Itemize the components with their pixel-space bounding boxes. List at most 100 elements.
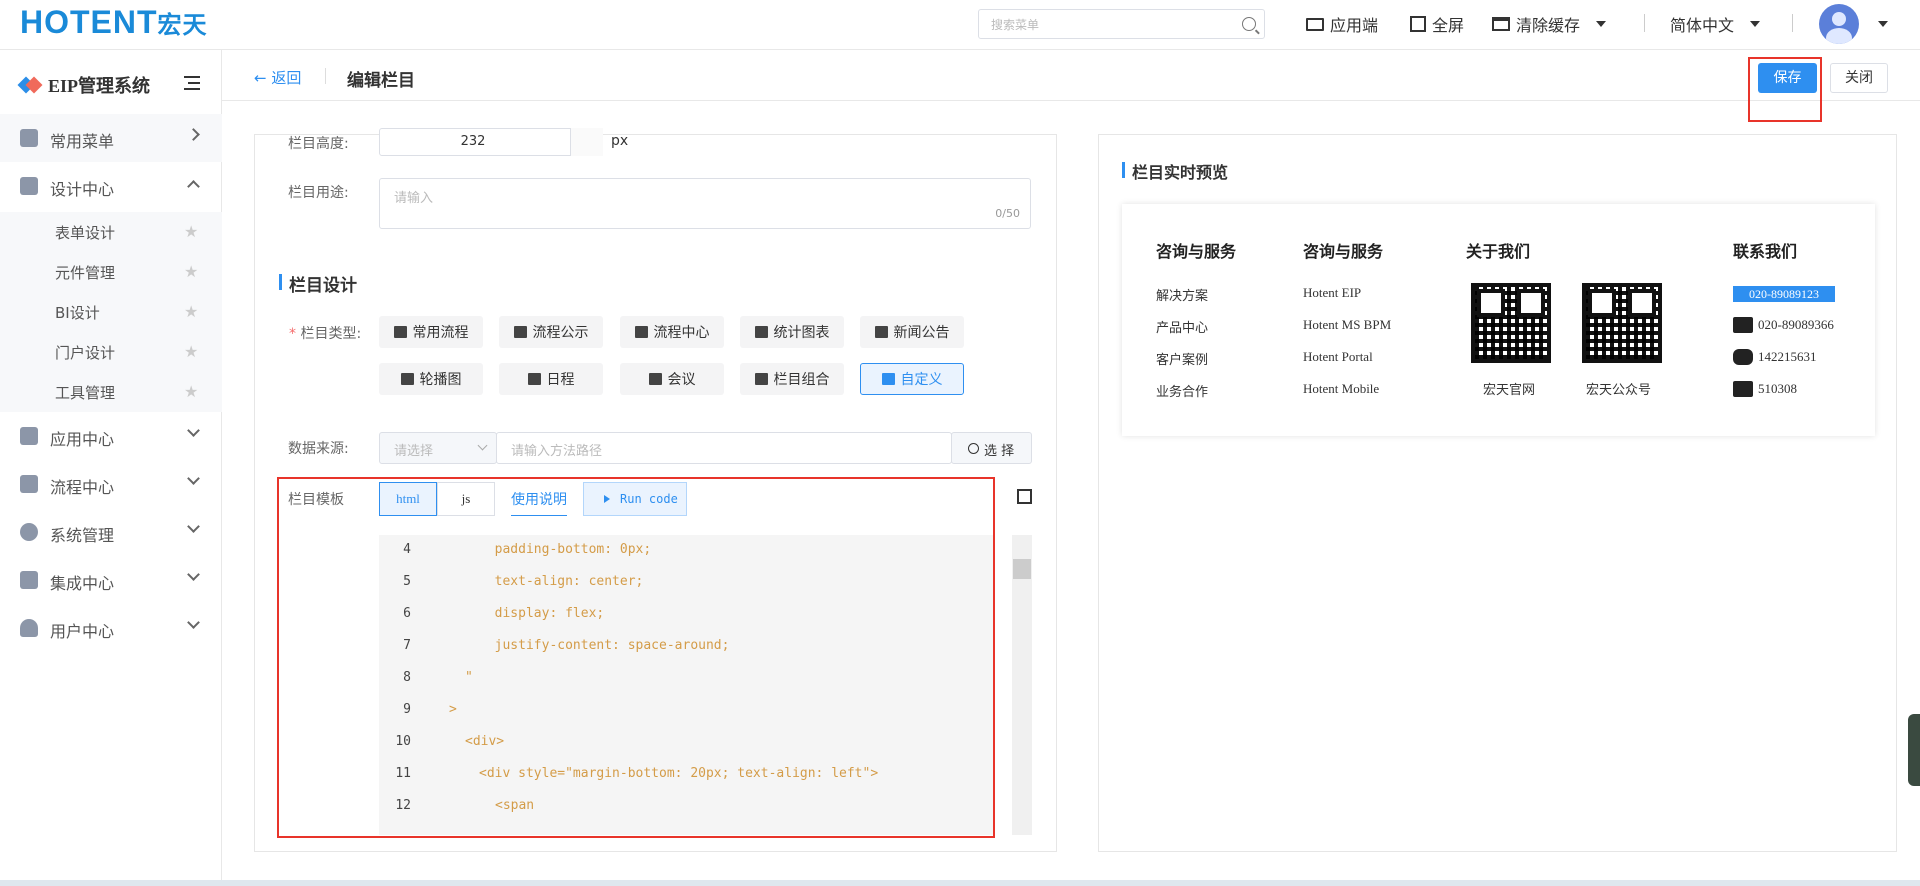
col-title: 咨询与服务 [1303, 242, 1384, 261]
type-flow-center[interactable]: 流程中心 [620, 316, 724, 348]
link-item[interactable]: 解决方案 [1156, 285, 1208, 304]
fullscreen-button[interactable]: 全屏 [1410, 12, 1464, 36]
back-button[interactable]: ← 返回 [254, 67, 301, 88]
search-icon[interactable] [1242, 17, 1256, 31]
bottom-bar [0, 880, 1920, 886]
apps-icon [20, 427, 38, 445]
gear-icon [20, 523, 38, 541]
chevron-down-icon [187, 616, 200, 629]
usage-label: 栏目用途: [288, 185, 349, 201]
preview-title: 栏目实时预览 [1122, 159, 1228, 183]
contact-text: 510308 [1758, 381, 1797, 396]
language-select[interactable]: 简体中文 [1670, 12, 1761, 36]
chevron-down-icon [187, 424, 200, 437]
flow-center-icon [634, 326, 648, 338]
type-schedule[interactable]: 日程 [499, 363, 603, 395]
system-title: EIP管理系统 [20, 72, 150, 98]
type-news[interactable]: 新闻公告 [860, 316, 964, 348]
star-icon[interactable]: ★ [184, 304, 200, 320]
type-label: * 栏目类型: [289, 326, 362, 342]
submenu-form-design[interactable]: 表单设计 ★ [0, 212, 222, 252]
link-item[interactable]: 产品中心 [1156, 317, 1208, 336]
scroll-thumb[interactable] [1013, 559, 1031, 579]
house-icon [513, 326, 527, 338]
datasource-path-input[interactable]: 请输入方法路径 [496, 432, 952, 464]
type-combo[interactable]: 栏目组合 [740, 363, 844, 395]
menu-system[interactable]: 系统管理 [0, 508, 222, 556]
menu-common[interactable]: 常用菜单 [0, 114, 222, 162]
top-bar: HOTENT宏天 搜索菜单 应用端 全屏 清除缓存 简体中文 [0, 0, 1920, 50]
qr-label: 宏天公众号 [1586, 383, 1652, 398]
qr-label: 宏天官网 [1483, 383, 1536, 398]
star-icon[interactable]: ★ [184, 264, 200, 280]
search-icon [968, 443, 979, 454]
search-input[interactable]: 搜索菜单 [978, 9, 1265, 39]
link-item[interactable]: Hotent Mobile [1303, 381, 1379, 397]
news-icon [874, 326, 888, 338]
submenu-bi-design[interactable]: BI设计 ★ [0, 292, 222, 332]
flow-icon [393, 326, 407, 338]
id-card-icon [1733, 381, 1753, 397]
select-button[interactable]: 选 择 [951, 432, 1032, 464]
collapse-menu-icon[interactable] [184, 76, 200, 90]
type-chart[interactable]: 统计图表 [740, 316, 844, 348]
bar-chart-icon [754, 326, 768, 338]
code-scrollbar[interactable] [1012, 535, 1032, 835]
highlight-box [277, 477, 995, 838]
design-icon [20, 177, 38, 195]
submenu-portal-design[interactable]: 门户设计 ★ [0, 332, 222, 372]
col-title: 关于我们 [1466, 242, 1531, 261]
link-item[interactable]: Hotent MS BPM [1303, 317, 1391, 333]
qr-code-website [1471, 283, 1551, 363]
menu-flow-center[interactable]: 流程中心 [0, 460, 222, 508]
contact-text: 142215631 [1758, 349, 1817, 364]
link-item[interactable]: Hotent EIP [1303, 285, 1361, 301]
avatar[interactable] [1819, 4, 1859, 44]
chevron-down-icon [1750, 21, 1761, 27]
datasource-select[interactable]: 请选择 [379, 432, 497, 464]
type-carousel[interactable]: 轮播图 [379, 363, 483, 395]
height-stepper[interactable] [570, 128, 603, 156]
side-widget[interactable] [1908, 714, 1920, 786]
layers-icon [20, 571, 38, 589]
link-item[interactable]: 客户案例 [1156, 349, 1208, 368]
submenu-tools[interactable]: 工具管理 ★ [0, 372, 222, 412]
qr-code-wechat [1582, 283, 1662, 363]
logo[interactable]: HOTENT宏天 [20, 4, 208, 41]
type-meeting[interactable]: 会议 [620, 363, 724, 395]
flow-icon [20, 475, 38, 493]
puzzle-icon [881, 373, 895, 385]
chevron-down-icon [1596, 21, 1607, 27]
menu-user-center[interactable]: 用户中心 [0, 604, 222, 652]
usage-textarea[interactable]: 请输入 0/50 [379, 178, 1031, 229]
menu-app-center[interactable]: 应用中心 [0, 412, 222, 460]
type-custom[interactable]: 自定义 [860, 363, 964, 395]
star-icon[interactable]: ★ [184, 384, 200, 400]
height-unit: px [611, 133, 629, 149]
highlight-box [1748, 57, 1822, 122]
sidebar: EIP管理系统 常用菜单 设计中心 表单设计 ★ 元件管理 ★ BI设计 ★ 门… [0, 50, 222, 886]
design-section-title: 栏目设计 [279, 271, 357, 296]
qq-icon [1733, 349, 1753, 365]
menu-design-center[interactable]: 设计中心 [0, 162, 222, 210]
diamond-logo-icon [20, 76, 38, 94]
type-common-flow[interactable]: 常用流程 [379, 316, 483, 348]
type-flow-public[interactable]: 流程公示 [499, 316, 603, 348]
image-icon [400, 373, 414, 385]
close-button[interactable]: 关闭 [1830, 63, 1888, 93]
star-icon[interactable]: ★ [184, 344, 200, 360]
link-item[interactable]: Hotent Portal [1303, 349, 1373, 365]
app-button[interactable]: 应用端 [1306, 12, 1378, 36]
page-title: 编辑栏目 [347, 71, 415, 91]
submenu-component[interactable]: 元件管理 ★ [0, 252, 222, 292]
star-icon[interactable]: ★ [184, 224, 200, 240]
phone-icon [1733, 317, 1753, 333]
fullscreen-editor-icon[interactable] [1017, 489, 1032, 504]
grid-icon [20, 129, 38, 147]
menu-integration[interactable]: 集成中心 [0, 556, 222, 604]
clear-cache-button[interactable]: 清除缓存 [1492, 12, 1607, 36]
user-menu-chevron-icon[interactable] [1878, 21, 1888, 27]
contact-text: 020-89089366 [1758, 317, 1834, 332]
link-item[interactable]: 业务合作 [1156, 381, 1208, 400]
chevron-down-icon [477, 440, 488, 451]
